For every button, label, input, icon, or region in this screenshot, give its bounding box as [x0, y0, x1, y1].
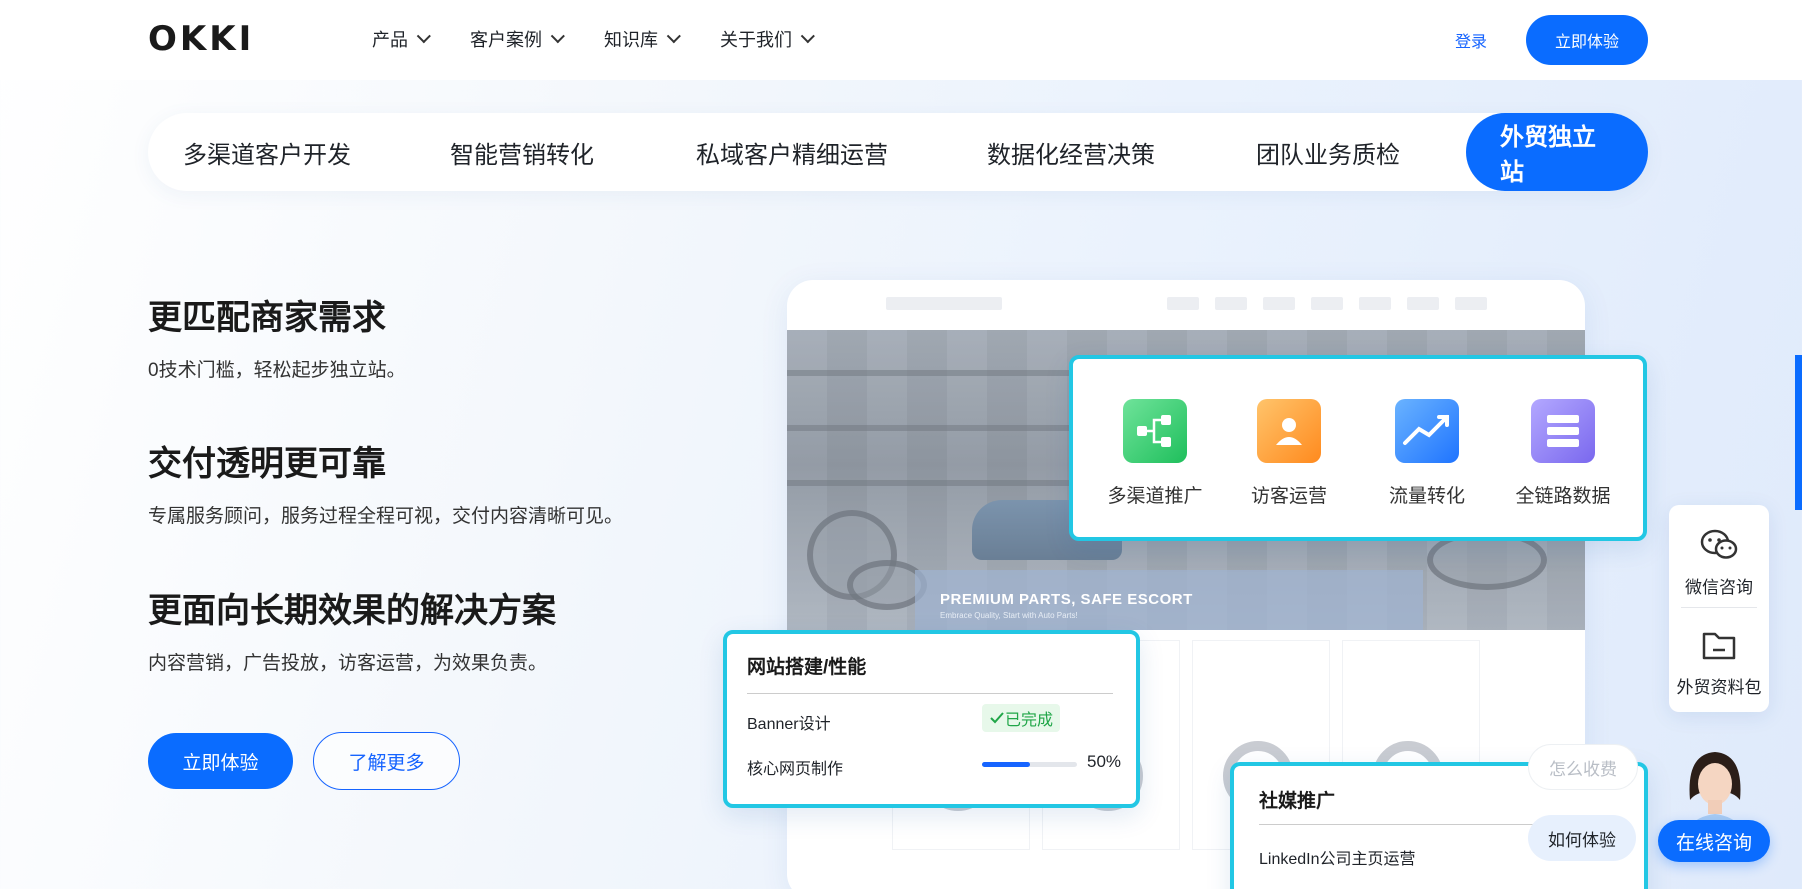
mockup-nav-placeholder [1215, 297, 1247, 310]
quick-question-trial[interactable]: 如何体验 [1528, 815, 1636, 861]
chevron-down-icon [550, 29, 565, 44]
feature-icon-item: 全链路数据 [1498, 399, 1628, 508]
progress-value: 50% [1087, 752, 1122, 771]
mockup-nav-placeholder [1455, 297, 1487, 310]
status-text: 已完成 [1005, 712, 1054, 729]
visitor-icon [1257, 399, 1321, 463]
check-icon [990, 712, 1004, 724]
task-label: 核心网页制作 [747, 761, 844, 778]
main-nav: 产品 客户案例 知识库 关于我们 [372, 26, 854, 52]
feature-title: 更匹配商家需求 [148, 299, 386, 337]
contact-float-panel: 微信咨询 外贸资料包 [1669, 505, 1769, 712]
nav-item-knowledge[interactable]: 知识库 [604, 26, 681, 52]
chevron-down-icon [416, 29, 431, 44]
folder-icon [1699, 625, 1739, 665]
float-label: 外贸资料包 [1676, 678, 1762, 697]
progress-fill [982, 762, 1030, 767]
solution-tabs: 多渠道客户开发 智能营销转化 私域客户精细运营 数据化经营决策 团队业务质检 外… [148, 113, 1648, 191]
mockup-nav-placeholder [1311, 297, 1343, 310]
mockup-nav-placeholder [1263, 297, 1295, 310]
mockup-logo-placeholder [886, 297, 1002, 310]
feature-icon-label: 流量转化 [1388, 486, 1465, 507]
nav-item-about[interactable]: 关于我们 [720, 26, 815, 52]
feature-title: 更面向长期效果的解决方案 [148, 592, 556, 630]
nav-item-cases[interactable]: 客户案例 [470, 26, 565, 52]
try-now-button-header[interactable]: 立即体验 [1526, 15, 1648, 65]
feature-icon-label: 多渠道推广 [1107, 486, 1203, 507]
logo-text: OKKI [148, 19, 255, 59]
feature-item: 更面向长期效果的解决方案 内容营销，广告投放，访客运营，为效果负责。 [148, 583, 556, 675]
chevron-down-icon [666, 29, 681, 44]
okki-logo[interactable]: OKKI [148, 19, 255, 59]
login-link[interactable]: 登录 [1455, 28, 1487, 52]
feature-item: 更匹配商家需求 0技术门槛，轻松起步独立站。 [148, 290, 406, 382]
task-label: LinkedIn公司主页运营 [1259, 851, 1416, 868]
status-badge: 已完成 [982, 704, 1061, 732]
feature-icon-item: 访客运营 [1224, 399, 1354, 508]
float-label: 微信咨询 [1685, 578, 1753, 597]
tab-team-qc[interactable]: 团队业务质检 [1256, 113, 1400, 191]
nav-label: 关于我们 [720, 30, 792, 50]
feature-title: 交付透明更可靠 [148, 445, 386, 483]
mockup-nav-placeholder [1407, 297, 1439, 310]
feature-icon-item: 多渠道推广 [1090, 399, 1220, 508]
try-now-button[interactable]: 立即体验 [148, 733, 293, 789]
feature-icons-card: 多渠道推广 访客运营 流量转化 全链路数据 [1069, 355, 1647, 541]
progress-bar [982, 762, 1077, 767]
learn-more-button[interactable]: 了解更多 [313, 732, 460, 790]
mockup-banner-subtitle: Embrace Quality, Start with Auto Parts! [940, 611, 1078, 620]
divider [1681, 607, 1757, 608]
card-title: 社媒推广 [1259, 791, 1336, 812]
tab-independent-site[interactable]: 外贸独立站 [1466, 113, 1648, 191]
feature-desc: 内容营销，广告投放，访客运营，为效果负责。 [148, 653, 548, 674]
mockup-topbar [787, 280, 1585, 330]
tab-multichannel[interactable]: 多渠道客户开发 [183, 113, 351, 191]
card-title: 网站搭建/性能 [747, 657, 867, 678]
mockup-banner-title: PREMIUM PARTS, SAFE ESCORT [940, 591, 1193, 608]
mockup-nav-placeholder [1359, 297, 1391, 310]
feature-item: 交付透明更可靠 专属服务顾问，服务过程全程可视，交付内容清晰可见。 [148, 436, 623, 528]
top-header: OKKI 产品 客户案例 知识库 关于我们 登录 立即体验 [0, 0, 1802, 80]
nav-label: 知识库 [604, 30, 658, 50]
feature-desc: 0技术门槛，轻松起步独立站。 [148, 360, 406, 381]
tab-private-domain[interactable]: 私域客户精细运营 [696, 113, 888, 191]
website-build-card: 网站搭建/性能 Banner设计 已完成 核心网页制作 50% [723, 630, 1140, 808]
trend-icon [1395, 399, 1459, 463]
task-label: Banner设计 [747, 716, 831, 733]
wechat-icon [1699, 525, 1739, 565]
scroll-indicator[interactable] [1795, 355, 1802, 510]
chevron-down-icon [800, 29, 815, 44]
feature-icon-label: 访客运营 [1250, 486, 1327, 507]
online-consult-button[interactable]: 在线咨询 [1658, 820, 1770, 862]
channel-icon [1123, 399, 1187, 463]
mockup-nav-placeholder [1167, 297, 1199, 310]
feature-icon-label: 全链路数据 [1515, 486, 1611, 507]
feature-icon-item: 流量转化 [1362, 399, 1492, 508]
materials-pack-button[interactable]: 外贸资料包 [1669, 625, 1769, 698]
tab-data-decisions[interactable]: 数据化经营决策 [987, 113, 1155, 191]
tab-smart-marketing[interactable]: 智能营销转化 [450, 113, 594, 191]
nav-item-products[interactable]: 产品 [372, 26, 431, 52]
nav-label: 客户案例 [470, 30, 542, 50]
divider [747, 693, 1113, 694]
quick-question-pricing[interactable]: 怎么收费 [1528, 744, 1638, 790]
nav-label: 产品 [372, 30, 408, 50]
wechat-consult-button[interactable]: 微信咨询 [1669, 525, 1769, 598]
feature-desc: 专属服务顾问，服务过程全程可视，交付内容清晰可见。 [148, 506, 624, 527]
data-stack-icon [1531, 399, 1595, 463]
